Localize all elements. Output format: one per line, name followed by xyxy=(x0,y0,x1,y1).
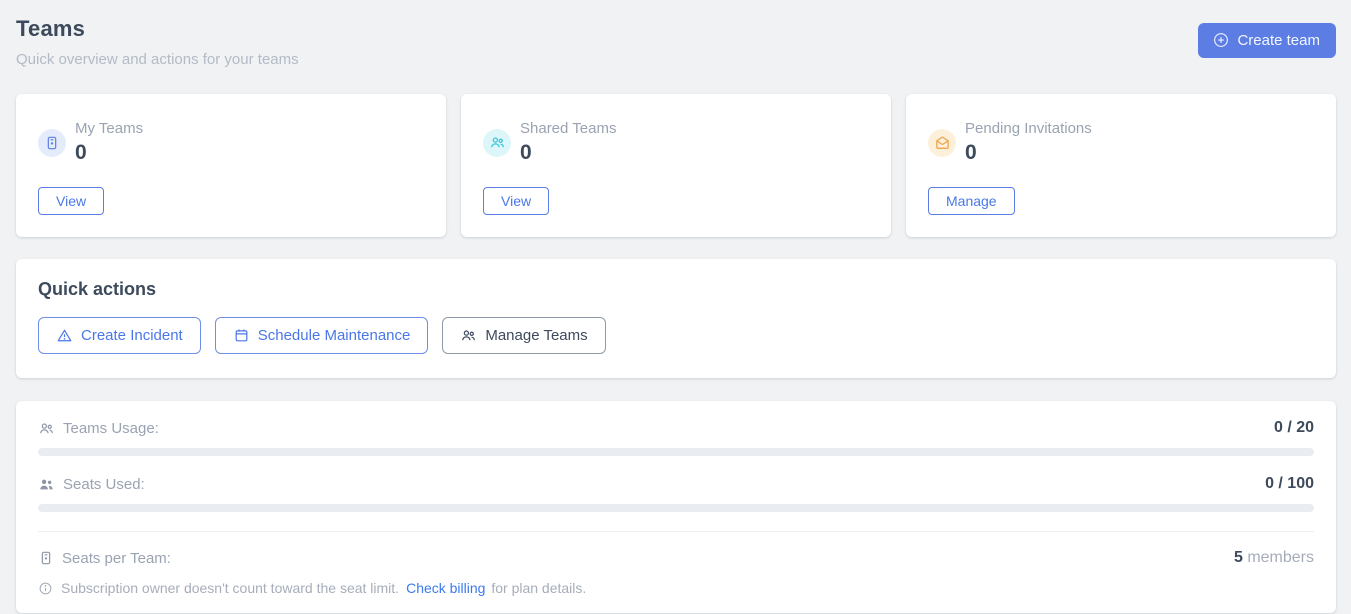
create-team-label: Create team xyxy=(1237,32,1320,49)
contact-badge-icon xyxy=(38,129,66,157)
users-icon xyxy=(460,327,477,344)
seats-per-team-label-group: Seats per Team: xyxy=(38,550,171,567)
note-after: for plan details. xyxy=(491,580,586,596)
create-team-button[interactable]: Create team xyxy=(1198,23,1336,58)
manage-teams-label: Manage Teams xyxy=(485,327,587,344)
contact-badge-icon xyxy=(38,550,54,566)
stat-value: 0 xyxy=(75,141,143,165)
schedule-maintenance-button[interactable]: Schedule Maintenance xyxy=(215,317,429,354)
quick-actions-buttons: Create Incident Schedule Maintenance xyxy=(38,317,1314,354)
stat-title: Shared Teams xyxy=(520,120,616,137)
seats-per-team-label: Seats per Team: xyxy=(62,550,171,567)
seats-used-label-group: Seats Used: xyxy=(38,476,145,493)
seats-per-team-row: Seats per Team: 5 members xyxy=(38,549,1314,567)
stat-value: 0 xyxy=(965,141,1092,165)
warning-triangle-icon xyxy=(56,327,73,344)
calendar-icon xyxy=(233,327,250,344)
quick-actions-title: Quick actions xyxy=(38,279,1314,300)
teams-usage-value: 0 / 20 xyxy=(1274,419,1314,437)
page-header: Teams Quick overview and actions for you… xyxy=(16,16,1336,68)
shared-teams-view-button[interactable]: View xyxy=(483,187,549,215)
users-icon xyxy=(483,129,511,157)
quick-actions-card: Quick actions Create Incident xyxy=(16,259,1336,378)
header-text: Teams Quick overview and actions for you… xyxy=(16,16,299,68)
teams-page: Teams Quick overview and actions for you… xyxy=(0,0,1351,613)
seats-per-team-value: 5 members xyxy=(1234,549,1314,567)
stat-text: Pending Invitations 0 xyxy=(965,120,1092,165)
teams-usage-row: Teams Usage: 0 / 20 xyxy=(38,419,1314,437)
my-teams-view-button[interactable]: View xyxy=(38,187,104,215)
stat-value: 0 xyxy=(520,141,616,165)
users-filled-icon xyxy=(38,476,55,493)
stat-cards-row: My Teams 0 View Shared Teams xyxy=(16,94,1336,237)
info-circle-icon xyxy=(38,581,53,596)
usage-card: Teams Usage: 0 / 20 Seats Used: 0 / 100 xyxy=(16,401,1336,613)
manage-teams-button[interactable]: Manage Teams xyxy=(442,317,605,354)
mail-open-icon xyxy=(928,129,956,157)
stat-title: My Teams xyxy=(75,120,143,137)
page-subtitle: Quick overview and actions for your team… xyxy=(16,51,299,68)
seats-per-team-unit: members xyxy=(1247,549,1314,566)
schedule-maintenance-label: Schedule Maintenance xyxy=(258,327,411,344)
check-billing-link[interactable]: Check billing xyxy=(406,580,485,596)
seats-used-progressbar xyxy=(38,504,1314,512)
pending-invitations-card: Pending Invitations 0 Manage xyxy=(906,94,1336,237)
pending-invitations-manage-button[interactable]: Manage xyxy=(928,187,1015,215)
note-text: Subscription owner doesn't count toward … xyxy=(61,580,586,596)
seats-used-row: Seats Used: 0 / 100 xyxy=(38,475,1314,493)
seats-used-label: Seats Used: xyxy=(63,476,145,493)
teams-usage-label-group: Teams Usage: xyxy=(38,420,159,437)
subscription-note: Subscription owner doesn't count toward … xyxy=(38,580,1314,596)
plus-circle-icon xyxy=(1212,31,1230,49)
my-teams-card: My Teams 0 View xyxy=(16,94,446,237)
page-title: Teams xyxy=(16,16,299,42)
create-incident-label: Create Incident xyxy=(81,327,183,344)
stat-text: My Teams 0 xyxy=(75,120,143,165)
seats-per-team-number: 5 xyxy=(1234,549,1243,566)
shared-teams-card: Shared Teams 0 View xyxy=(461,94,891,237)
create-incident-button[interactable]: Create Incident xyxy=(38,317,201,354)
stat-title: Pending Invitations xyxy=(965,120,1092,137)
seats-used-value: 0 / 100 xyxy=(1265,475,1314,493)
divider xyxy=(38,531,1314,532)
teams-usage-label: Teams Usage: xyxy=(63,420,159,437)
note-before: Subscription owner doesn't count toward … xyxy=(61,580,399,596)
stat-text: Shared Teams 0 xyxy=(520,120,616,165)
users-outline-icon xyxy=(38,420,55,437)
teams-usage-progressbar xyxy=(38,448,1314,456)
